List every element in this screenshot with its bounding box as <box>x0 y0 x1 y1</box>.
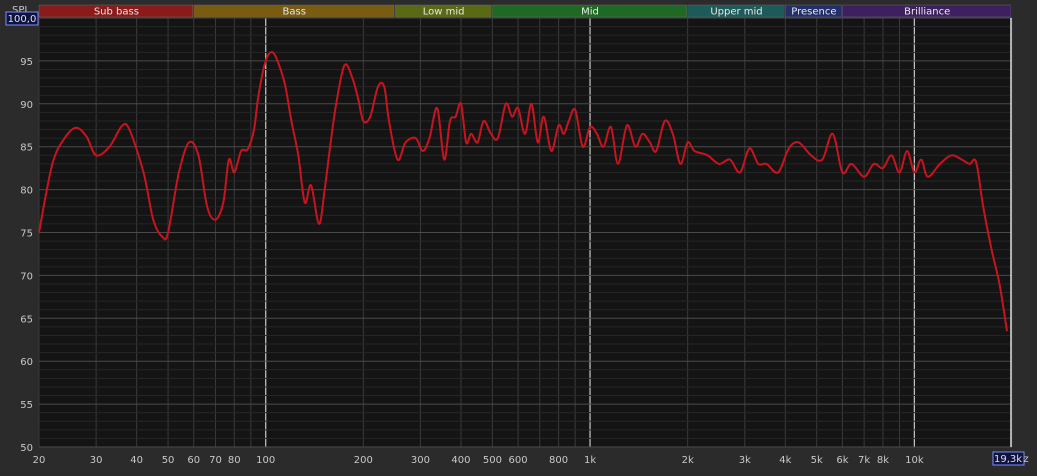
band-label: Sub bass <box>94 7 139 18</box>
x-tick-label: 1k <box>584 455 596 466</box>
band-label: Low mid <box>423 7 465 18</box>
band-label: Bass <box>283 7 306 18</box>
y-tick-label: 95 <box>20 57 33 68</box>
y-tick-label: 75 <box>20 229 33 240</box>
y-tick-label: 85 <box>20 143 33 154</box>
x-tick-label: 60 <box>187 455 200 466</box>
x-tick-label: 50 <box>162 455 175 466</box>
x-max-readout[interactable]: 19,3k <box>994 454 1022 465</box>
x-tick-label: 70 <box>209 455 222 466</box>
x-tick-label: 10k <box>905 455 924 466</box>
analyzer-window: Sub bass Bass Low mid Mid Upper mid Presence B… <box>0 0 1037 472</box>
x-tick-label: 40 <box>130 455 143 466</box>
x-tick-label: 30 <box>90 455 103 466</box>
x-tick-label: 800 <box>549 455 568 466</box>
frequency-response-chart: Sub bass Bass Low mid Mid Upper mid Presence B… <box>5 4 1029 466</box>
x-tick-label: 6k <box>836 455 848 466</box>
band-label: Mid <box>581 7 599 18</box>
band-label: Upper mid <box>710 7 762 18</box>
x-unit-label: z <box>1023 454 1028 465</box>
x-tick-label: 400 <box>451 455 470 466</box>
x-tick-label: 20 <box>33 455 46 466</box>
band-label: Brilliance <box>904 7 950 18</box>
x-tick-label: 500 <box>483 455 502 466</box>
y-tick-label: 55 <box>20 400 33 411</box>
x-tick-label: 200 <box>354 455 373 466</box>
x-tick-label: 600 <box>509 455 528 466</box>
y-tick-label: 60 <box>20 357 33 368</box>
x-tick-label: 2k <box>682 455 694 466</box>
y-tick-label: 80 <box>20 186 33 197</box>
x-tick-label: 100 <box>256 455 275 466</box>
x-tick-label: 300 <box>411 455 430 466</box>
x-tick-label: 8k <box>877 455 889 466</box>
y-tick-label: 50 <box>20 443 33 454</box>
x-tick-label: 5k <box>811 455 823 466</box>
x-tick-label: 4k <box>779 455 791 466</box>
band-label: Presence <box>791 7 836 18</box>
y-tick-label: 70 <box>20 271 33 282</box>
x-tick-label: 80 <box>228 455 241 466</box>
x-tick-label: 3k <box>739 455 751 466</box>
y-tick-label: 65 <box>20 314 33 325</box>
y-tick-label: 90 <box>20 100 33 111</box>
x-tick-label: 7k <box>858 455 870 466</box>
y-max-readout[interactable]: 100,0 <box>8 14 37 25</box>
